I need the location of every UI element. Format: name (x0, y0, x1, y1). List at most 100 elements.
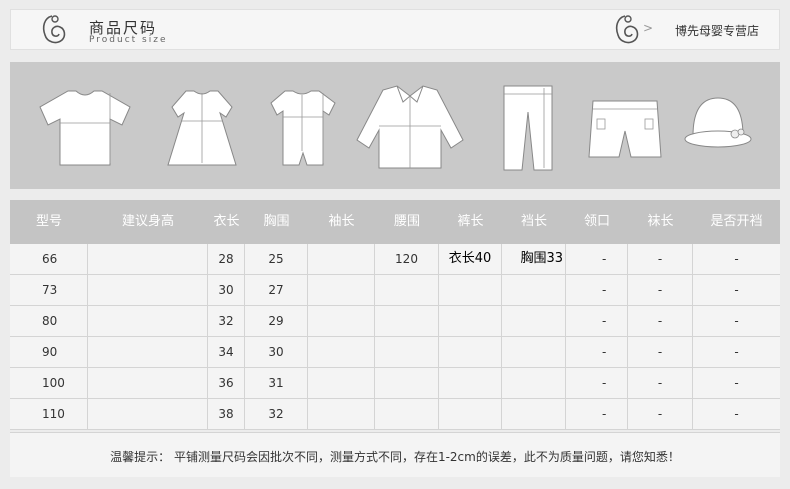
table-cell: - (566, 368, 628, 398)
garment-illustration-banner (10, 62, 780, 189)
table-row: 73 30 27 - - - (10, 275, 780, 306)
col-header-length: 衣长 (213, 214, 240, 229)
table-row: 66 28 25 120 衣长40 胸围33 - - - (10, 244, 780, 275)
shop-name-link[interactable]: 博先母婴专营店 (675, 22, 759, 39)
table-cell: 29 (245, 306, 308, 336)
table-cell: - (628, 275, 693, 305)
table-row: 100 36 31 - - - (10, 368, 780, 399)
table-cell: - (628, 306, 693, 336)
mother-baby-logo-icon (42, 15, 66, 44)
col-header-sock-length: 袜长 (647, 214, 674, 229)
chevron-right-icon: > (642, 21, 653, 35)
table-cell: 100 (10, 368, 88, 398)
table-cell: - (734, 376, 739, 390)
table-cell: 衣长40 (439, 244, 502, 274)
table-cell: 34 (208, 337, 245, 367)
table-cell: - (628, 399, 693, 429)
table-cell (439, 275, 502, 305)
tshirt-icon (39, 90, 131, 166)
table-cell: 32 (208, 306, 245, 336)
table-cell (502, 275, 566, 305)
col-header-crotch: 裆长 (520, 214, 547, 229)
table-cell: - (734, 407, 739, 421)
table-cell (375, 275, 439, 305)
table-cell (88, 337, 208, 367)
table-cell: 30 (245, 337, 308, 367)
table-cell (308, 368, 375, 398)
table-cell (375, 368, 439, 398)
col-header-collar: 领口 (583, 214, 610, 229)
col-header-height: 建议身高 (121, 214, 174, 229)
dress-icon (167, 90, 237, 166)
col-header-pants-length: 裤长 (457, 214, 484, 229)
measurement-notice: 温馨提示： 平铺测量尺码会因批次不同，测量方式不同，存在1-2cm的误差，此不为… (110, 450, 680, 464)
table-cell: 31 (245, 368, 308, 398)
table-cell: 胸围33 (502, 244, 566, 274)
page-subtitle: Product size (89, 35, 168, 45)
jacket-icon (356, 85, 464, 169)
header-bar: 商品尺码 Product size > 博先母婴专营店 (10, 9, 780, 50)
table-cell: 25 (245, 244, 308, 274)
table-cell: - (734, 283, 739, 297)
table-cell: 120 (375, 244, 439, 274)
col-header-sleeve: 袖长 (328, 214, 355, 229)
shorts-icon (588, 100, 662, 158)
col-header-chest: 胸围 (263, 214, 290, 229)
table-cell: 80 (10, 306, 88, 336)
table-cell: 90 (10, 337, 88, 367)
table-cell: - (628, 244, 693, 274)
table-cell: - (566, 275, 628, 305)
table-cell: 36 (208, 368, 245, 398)
table-cell (375, 337, 439, 367)
table-cell: - (734, 345, 739, 359)
table-cell: - (566, 337, 628, 367)
table-cell (308, 399, 375, 429)
size-table-header: 型号 建议身高 衣长 胸围 袖长 腰围 裤长 裆长 领口 袜长 是否开裆 (10, 200, 780, 244)
table-cell (308, 275, 375, 305)
table-cell: - (628, 337, 693, 367)
notice-box: 温馨提示： 平铺测量尺码会因批次不同，测量方式不同，存在1-2cm的误差，此不为… (10, 432, 780, 477)
table-cell: 30 (208, 275, 245, 305)
table-cell: 110 (10, 399, 88, 429)
table-cell (375, 306, 439, 336)
table-cell: 73 (10, 275, 88, 305)
table-row: 110 38 32 - - - (10, 399, 780, 430)
table-cell: - (566, 399, 628, 429)
table-cell (88, 244, 208, 274)
table-cell: - (734, 314, 739, 328)
table-cell (502, 337, 566, 367)
table-cell (502, 399, 566, 429)
table-cell (439, 368, 502, 398)
shop-logo-icon (615, 15, 639, 44)
table-cell (502, 368, 566, 398)
table-row: 90 34 30 - - - (10, 337, 780, 368)
col-header-model: 型号 (35, 214, 62, 229)
table-cell: - (566, 244, 628, 274)
table-cell (88, 368, 208, 398)
table-cell (308, 244, 375, 274)
table-cell (88, 399, 208, 429)
table-cell (439, 399, 502, 429)
table-cell (375, 399, 439, 429)
table-cell (308, 337, 375, 367)
table-cell (439, 306, 502, 336)
table-cell: 32 (245, 399, 308, 429)
table-cell (439, 337, 502, 367)
col-header-open-crotch: 是否开裆 (710, 214, 763, 229)
romper-icon (270, 90, 336, 166)
table-cell (502, 306, 566, 336)
table-row: 80 32 29 - - - (10, 306, 780, 337)
table-cell: - (734, 252, 739, 266)
pants-icon (503, 85, 553, 171)
table-cell: 28 (208, 244, 245, 274)
col-header-waist: 腰围 (393, 214, 420, 229)
table-cell: - (628, 368, 693, 398)
hat-icon (684, 97, 752, 148)
table-cell (88, 275, 208, 305)
table-cell: 66 (10, 244, 88, 274)
table-cell (308, 306, 375, 336)
table-cell: 27 (245, 275, 308, 305)
table-cell: - (566, 306, 628, 336)
table-cell (88, 306, 208, 336)
table-cell: 38 (208, 399, 245, 429)
